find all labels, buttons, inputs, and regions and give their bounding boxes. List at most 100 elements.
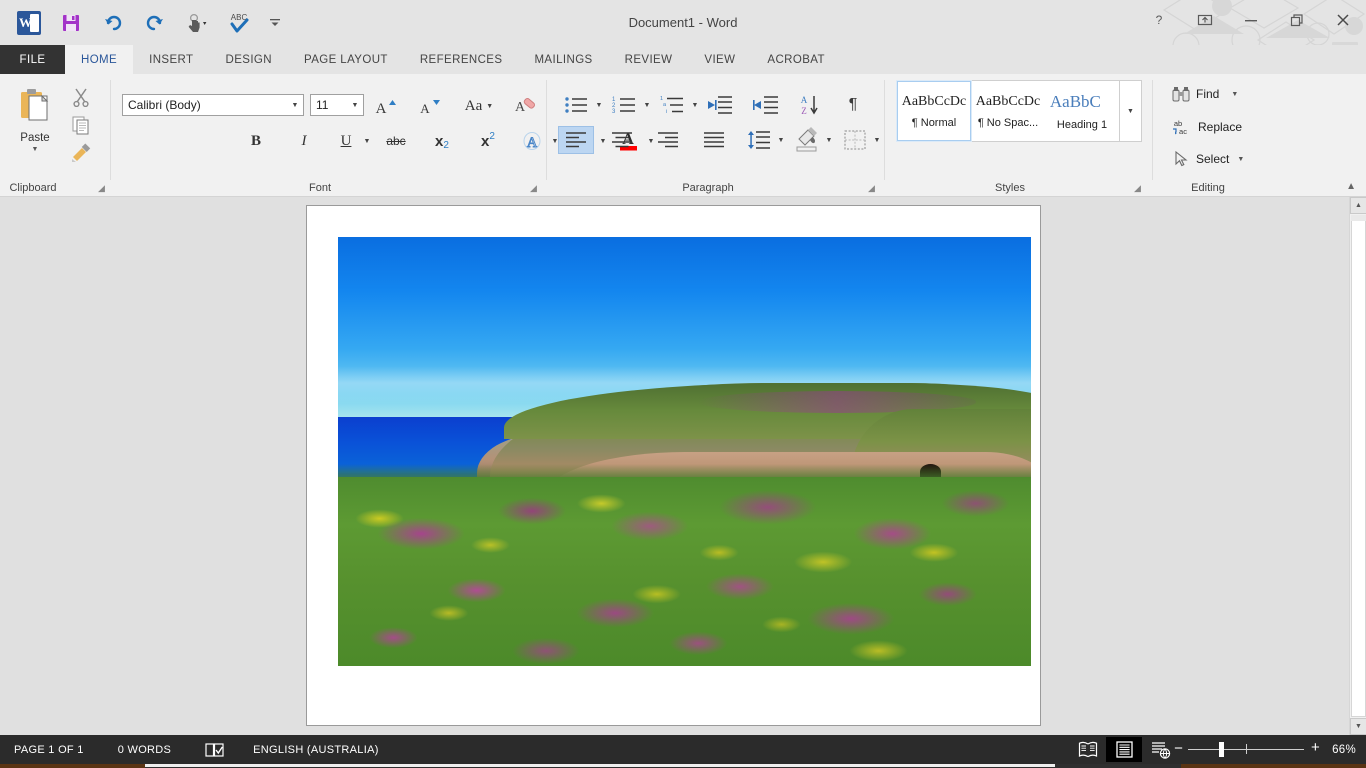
paste-button[interactable]: Paste ▼ [10, 82, 60, 180]
web-layout-view-button[interactable] [1142, 737, 1178, 762]
word-count[interactable]: 0 WORDS [118, 744, 171, 756]
ribbon-display-options-icon[interactable] [1182, 0, 1228, 40]
styles-gallery[interactable]: AaBbCcDc ¶ Normal AaBbCcDc ¶ No Spac... … [896, 80, 1142, 142]
clipboard-dialog-launcher[interactable]: ◢ [98, 184, 105, 193]
chevron-down-icon[interactable]: ▼ [287, 102, 303, 109]
zoom-slider[interactable]: − + [1188, 737, 1304, 762]
tab-file[interactable]: FILE [0, 45, 65, 74]
paragraph-dialog-launcher[interactable]: ◢ [868, 184, 875, 193]
spelling-grammar-icon[interactable]: ABC [218, 6, 260, 40]
minimize-icon[interactable] [1228, 0, 1274, 40]
proofing-status[interactable] [205, 742, 225, 758]
copy-button[interactable] [66, 112, 96, 138]
line-spacing-dropdown-arrow[interactable]: ▼ [774, 126, 788, 154]
document-page[interactable] [306, 205, 1041, 726]
bullets-button[interactable] [562, 92, 592, 118]
italic-button[interactable]: I [290, 128, 318, 154]
zoom-out-button[interactable]: − [1174, 741, 1183, 756]
scrollbar-thumb[interactable] [1351, 215, 1366, 221]
tab-home[interactable]: HOME [65, 45, 133, 74]
shrink-font-button[interactable]: A [414, 94, 444, 118]
language-indicator[interactable]: ENGLISH (AUSTRALIA) [253, 744, 379, 756]
strikethrough-button[interactable]: abc [380, 128, 412, 154]
paste-dropdown-arrow[interactable]: ▼ [32, 146, 39, 153]
change-case-button[interactable]: Aa ▼ [458, 94, 500, 118]
customize-qat-icon[interactable] [260, 6, 290, 40]
font-size-combo[interactable]: 11 ▼ [310, 94, 364, 116]
tab-references[interactable]: REFERENCES [404, 45, 519, 74]
align-left-button[interactable] [558, 126, 594, 154]
page-indicator[interactable]: PAGE 1 OF 1 [14, 744, 84, 756]
justify-button[interactable] [696, 126, 732, 154]
find-button[interactable]: Find ▼ [1172, 86, 1238, 102]
window-controls[interactable]: ? [1136, 0, 1366, 40]
format-painter-button[interactable] [66, 140, 96, 166]
show-formatting-marks-button[interactable]: ¶ [838, 92, 868, 118]
scroll-down-arrow-icon[interactable]: ▼ [1350, 718, 1366, 735]
chevron-down-icon[interactable]: ▼ [347, 102, 363, 109]
zoom-in-button[interactable]: + [1311, 740, 1320, 755]
styles-dialog-launcher[interactable]: ◢ [1134, 184, 1141, 193]
grow-font-button[interactable]: A [370, 94, 400, 118]
tab-design[interactable]: DESIGN [209, 45, 288, 74]
undo-icon[interactable] [92, 6, 134, 40]
clear-formatting-button[interactable]: A [510, 94, 540, 118]
tab-acrobat[interactable]: ACROBAT [751, 45, 841, 74]
line-spacing-button[interactable] [744, 126, 774, 154]
find-dropdown-arrow[interactable]: ▼ [1231, 91, 1238, 98]
tab-review[interactable]: REVIEW [609, 45, 689, 74]
redo-icon[interactable] [134, 6, 176, 40]
select-dropdown-arrow[interactable]: ▼ [1237, 156, 1244, 163]
increase-indent-button[interactable] [750, 92, 782, 118]
style-normal[interactable]: AaBbCcDc ¶ Normal [897, 81, 971, 141]
style-heading-1[interactable]: AaBbC  Heading 1 [1045, 81, 1119, 141]
bullets-dropdown-arrow[interactable]: ▼ [592, 92, 606, 118]
collapse-ribbon-button[interactable]: ▲ [1346, 181, 1356, 192]
tab-mailings[interactable]: MAILINGS [518, 45, 608, 74]
touch-mode-icon[interactable] [176, 6, 218, 40]
zoom-thumb[interactable] [1219, 742, 1224, 757]
close-icon[interactable] [1320, 0, 1366, 40]
multilevel-list-dropdown-arrow[interactable]: ▼ [688, 92, 702, 118]
print-layout-view-button[interactable] [1106, 737, 1142, 762]
underline-dropdown-arrow[interactable]: ▼ [360, 128, 374, 154]
bold-button[interactable]: B [242, 128, 270, 154]
numbering-button[interactable]: 123 [610, 92, 640, 118]
font-dialog-launcher[interactable]: ◢ [530, 184, 537, 193]
styles-more-button[interactable]: ▼ [1119, 81, 1141, 141]
replace-button[interactable]: ab ac Replace [1172, 118, 1242, 136]
shading-dropdown-arrow[interactable]: ▼ [822, 126, 836, 154]
sort-button[interactable]: A Z [796, 92, 826, 118]
superscript-button[interactable]: x2 [472, 128, 504, 154]
tab-insert[interactable]: INSERT [133, 45, 209, 74]
restore-icon[interactable] [1274, 0, 1320, 40]
decrease-indent-button[interactable] [704, 92, 736, 118]
read-mode-view-button[interactable] [1070, 737, 1106, 762]
chevron-down-icon[interactable]: ▼ [486, 103, 493, 110]
select-button[interactable]: Select ▼ [1172, 150, 1244, 168]
align-right-button[interactable] [650, 126, 686, 154]
tab-page-layout[interactable]: PAGE LAYOUT [288, 45, 404, 74]
align-center-button[interactable] [604, 126, 640, 154]
font-name-combo[interactable]: Calibri (Body) ▼ [122, 94, 304, 116]
shading-button[interactable] [792, 124, 822, 154]
save-icon[interactable] [50, 6, 92, 40]
scroll-up-arrow-icon[interactable]: ▲ [1350, 197, 1366, 214]
taskbar-active-window[interactable] [145, 764, 1055, 767]
scrollbar-track[interactable] [1351, 215, 1366, 717]
vertical-scrollbar[interactable]: ▲ ▼ [1349, 197, 1366, 735]
borders-button[interactable] [840, 126, 870, 154]
word-app-icon[interactable]: W [8, 6, 50, 40]
tab-view[interactable]: VIEW [688, 45, 751, 74]
borders-dropdown-arrow[interactable]: ▼ [870, 126, 884, 154]
subscript-button[interactable]: x2 [426, 128, 458, 154]
multilevel-list-button[interactable]: 1ai [658, 92, 688, 118]
style-no-spacing[interactable]: AaBbCcDc ¶ No Spac... [971, 81, 1045, 141]
numbering-dropdown-arrow[interactable]: ▼ [640, 92, 654, 118]
cut-button[interactable] [66, 84, 96, 110]
help-icon[interactable]: ? [1136, 0, 1182, 40]
underline-button[interactable]: U [332, 128, 360, 154]
text-effects-button[interactable]: A [520, 128, 548, 154]
inserted-picture[interactable] [338, 237, 1031, 666]
quick-access-toolbar[interactable]: W [8, 5, 290, 41]
